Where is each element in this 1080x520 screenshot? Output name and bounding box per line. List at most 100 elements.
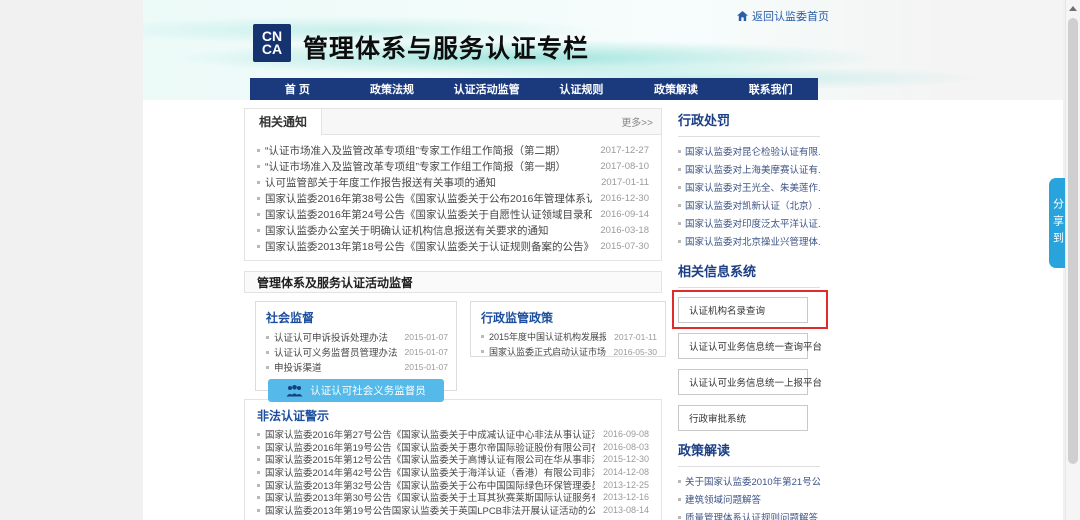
notices-list: “认证市场准入及监管改革专项组”专家工作组工作简报（第二期） 2017-12-27… — [257, 142, 649, 254]
penalty-link[interactable]: 国家认监委对印度泛太平洋认证... — [678, 216, 820, 234]
notice-link[interactable]: 国家认监委2013年第18号公告《国家认监委关于认证规则备案的公告》 — [257, 239, 592, 254]
penalties-section: 行政处罚 国家认监委对昆仑检验认证有限... 国家认监委对上海美摩赛认证有...… — [678, 110, 820, 252]
doc-link[interactable]: 认证认可义务监督员管理办法 — [266, 345, 397, 359]
doc-date: 2015-01-07 — [404, 331, 448, 342]
nav-home[interactable]: 首 页 — [250, 78, 345, 100]
doc-date: 2015-01-07 — [404, 361, 448, 372]
announcement-link[interactable]: 国家认监委2016年第19号公告《国家认监委关于惠尔帝国际验证股份有限公司在华从… — [257, 441, 595, 453]
doc-date: 2017-01-11 — [614, 331, 657, 342]
notice-link[interactable]: 认可监管部关于年度工作报告报送有关事项的通知 — [257, 175, 496, 190]
doc-link[interactable]: 申投诉渠道 — [266, 360, 322, 374]
announcement-link[interactable]: 国家认监委2015年第12号公告《国家认监委关于高博认证有限公司在华从事非法认证… — [257, 453, 595, 465]
info-systems-title: 相关信息系统 — [678, 261, 820, 288]
list-item[interactable]: 国家认监委2016年第24号公告《国家认监委关于自愿性认证领域目录和资质... 2… — [257, 206, 649, 222]
interpretation-link[interactable]: 关于国家认监委2010年第21号公... — [678, 474, 820, 492]
announcement-date: 2013-12-16 — [602, 492, 649, 503]
list-item[interactable]: 国家认监委2016年第27号公告《国家认监委关于中成减认证中心非法从事认证活动的… — [257, 428, 649, 440]
list-item[interactable]: 申投诉渠道 2015-01-07 — [266, 359, 448, 374]
info-systems-section: 相关信息系统 认证机构名录查询 认证认可业务信息统一查询平台 认证认可业务信息统… — [672, 261, 828, 431]
list-item[interactable]: 国家认监委2013年第30号公告《国家认监委关于土耳其狄赛莱斯国际认证服务有限公… — [257, 491, 649, 503]
social-supervision-panel: 社会监督 认证认可申诉投诉处理办法 2015-01-07 认证认可义务监督员管理办… — [255, 301, 457, 402]
list-item[interactable]: “认证市场准入及监管改革专项组”专家工作组工作简报（第二期） 2017-12-27 — [257, 142, 649, 158]
notice-date: 2016-12-30 — [600, 192, 649, 204]
list-item[interactable]: 认证认可申诉投诉处理办法 2015-01-07 — [266, 329, 448, 344]
penalty-link[interactable]: 国家认监委对凯新认证（北京）... — [678, 198, 820, 216]
admin-approval-system-button[interactable]: 行政审批系统 — [678, 405, 808, 431]
notice-link[interactable]: “认证市场准入及监管改革专项组”专家工作组工作简报（第二期） — [257, 143, 566, 158]
sidebar: 行政处罚 国家认监委对昆仑检验认证有限... 国家认监委对上海美摩赛认证有...… — [672, 110, 828, 520]
social-supervision-list: 认证认可申诉投诉处理办法 2015-01-07 认证认可义务监督员管理办法 2015… — [266, 329, 448, 374]
announcement-link[interactable]: 国家认监委2013年第32号公告《国家认监委关于公布中国国际绿色环保管理委员会、… — [257, 478, 595, 491]
list-item[interactable]: 国家认监委2016年第38号公告《国家认监委关于公布2016年管理体系认证组..… — [257, 190, 649, 206]
volunteer-supervisor-button[interactable]: 认证认可社会义务监督员 — [268, 379, 444, 402]
notice-date: 2015-07-30 — [600, 240, 649, 252]
announcement-date: 2014-12-08 — [602, 467, 649, 478]
unified-query-platform-button[interactable]: 认证认可业务信息统一查询平台 — [678, 333, 822, 359]
nav-activity-supervision[interactable]: 认证活动监管 — [439, 78, 534, 100]
announcement-link[interactable]: 国家认监委2013年第30号公告《国家认监委关于土耳其狄赛莱斯国际认证服务有限公… — [257, 491, 595, 503]
interpretation-link[interactable]: 建筑领域问题解答 — [678, 492, 820, 510]
share-to-tab[interactable]: 分享到 — [1049, 178, 1066, 268]
notice-link[interactable]: 国家认监委办公室关于明确认证机构信息报送有关要求的通知 — [257, 223, 549, 238]
nav-contact-us[interactable]: 联系我们 — [723, 78, 818, 100]
notice-link[interactable]: 国家认监委2016年第24号公告《国家认监委关于自愿性认证领域目录和资质... — [257, 207, 592, 222]
notices-more-link[interactable]: 更多>> — [621, 114, 661, 129]
announcement-link[interactable]: 国家认监委2013年第19号公告国家认监委关于英国LPCB非法开展认证活动的公告 — [257, 504, 595, 516]
logo-text-bottom: CA — [261, 41, 283, 57]
illegal-certification-box: 非法认证警示 国家认监委2016年第27号公告《国家认监委关于中成减认证中心非法… — [244, 399, 662, 520]
social-supervision-title: 社会监督 — [266, 311, 315, 325]
list-item[interactable]: 国家认监委2013年第19号公告国家认监委关于英国LPCB非法开展认证活动的公告… — [257, 504, 649, 516]
penalty-link[interactable]: 国家认监委对北京操业兴管理体... — [678, 234, 820, 252]
info-system-buttons: 认证机构名录查询 认证认可业务信息统一查询平台 认证认可业务信息统一上报平台 行… — [672, 290, 828, 431]
list-item[interactable]: 国家认监委2013年第18号公告《国家认监委关于认证规则备案的公告》 2015-0… — [257, 238, 649, 254]
notice-link[interactable]: 国家认监委2016年第38号公告《国家认监委关于公布2016年管理体系认证组..… — [257, 191, 592, 206]
doc-link[interactable]: 2015年度中国认证机构发展报告 — [481, 330, 606, 343]
admin-policy-list: 2015年度中国认证机构发展报告 2017-01-11 国家认监委正式启动认证市场… — [481, 329, 657, 359]
browser-scrollbar[interactable] — [1065, 0, 1080, 520]
penalty-link[interactable]: 国家认监委对王光全、朱美莲作... — [678, 180, 820, 198]
nav-policy-interpretation[interactable]: 政策解读 — [629, 78, 724, 100]
return-home-label[interactable]: 返回认监委首页 — [752, 8, 829, 24]
scroll-up-arrow-icon[interactable] — [1069, 6, 1077, 11]
list-item[interactable]: 国家认监委2016年第19号公告《国家认监委关于惠尔帝国际验证股份有限公司在华从… — [257, 441, 649, 453]
list-item[interactable]: 国家认监委正式启动认证市场监督检... 2016-05-30 — [481, 344, 657, 359]
cert-body-directory-button[interactable]: 认证机构名录查询 — [678, 297, 808, 323]
doc-link[interactable]: 国家认监委正式启动认证市场监督检... — [481, 345, 606, 358]
policy-interpretation-title: 政策解读 — [678, 440, 820, 467]
list-item[interactable]: 国家认监委办公室关于明确认证机构信息报送有关要求的通知 2016-03-18 — [257, 222, 649, 238]
unified-report-platform-button[interactable]: 认证认可业务信息统一上报平台 — [678, 369, 822, 395]
announcement-link[interactable]: 国家认监委2016年第27号公告《国家认监委关于中成减认证中心非法从事认证活动的… — [257, 428, 595, 440]
notices-header: 相关通知 更多>> — [245, 108, 661, 135]
nav-certification-rules[interactable]: 认证规则 — [534, 78, 629, 100]
interpretation-link[interactable]: 质量管理体系认证规则问题解答 — [678, 510, 820, 520]
cnca-logo: CN CA — [253, 24, 291, 62]
volunteer-supervisor-label[interactable]: 认证认可社会义务监督员 — [310, 383, 426, 398]
notice-date: 2016-09-14 — [600, 208, 649, 220]
illegal-certification-title: 非法认证警示 — [257, 409, 330, 423]
announcement-date: 2013-08-14 — [602, 504, 649, 515]
notice-date: 2017-08-10 — [600, 160, 649, 172]
notices-title-tab[interactable]: 相关通知 — [245, 108, 323, 135]
notice-date: 2017-12-27 — [600, 144, 649, 156]
notice-date: 2016-03-18 — [600, 224, 649, 236]
main-column: 相关通知 更多>> “认证市场准入及监管改革专项组”专家工作组工作简报（第二期）… — [244, 108, 666, 520]
penalty-link[interactable]: 国家认监委对上海美摩赛认证有... — [678, 162, 820, 180]
notice-link[interactable]: “认证市场准入及监管改革专项组”专家工作组工作简报（第一期） — [257, 159, 566, 174]
list-item[interactable]: 国家认监委2015年第12号公告《国家认监委关于高博认证有限公司在华从事非法认证… — [257, 453, 649, 465]
doc-link[interactable]: 认证认可申诉投诉处理办法 — [266, 330, 388, 344]
list-item[interactable]: 2015年度中国认证机构发展报告 2017-01-11 — [481, 329, 657, 344]
list-item[interactable]: 认证认可义务监督员管理办法 2015-01-07 — [266, 344, 448, 359]
nav-policies[interactable]: 政策法规 — [345, 78, 440, 100]
scrollbar-thumb[interactable] — [1068, 18, 1078, 464]
announcement-link[interactable]: 国家认监委2014年第42号公告《国家认监委关于海洋认证（香港）有限公司非法开展… — [257, 466, 595, 478]
penalty-link[interactable]: 国家认监委对昆仑检验认证有限... — [678, 144, 820, 162]
illegal-certification-list: 国家认监委2016年第27号公告《国家认监委关于中成减认证中心非法从事认证活动的… — [257, 428, 649, 516]
list-item[interactable]: 认可监管部关于年度工作报告报送有关事项的通知 2017-01-11 — [257, 174, 649, 190]
admin-policy-panel: 行政监管政策 2015年度中国认证机构发展报告 2017-01-11 国家认监委正… — [470, 301, 666, 357]
doc-date: 2016-05-30 — [613, 346, 657, 357]
policy-interpretation-list: 关于国家认监委2010年第21号公... 建筑领域问题解答 质量管理体系认证规则… — [678, 474, 820, 520]
list-item[interactable]: 国家认监委2013年第32号公告《国家认监委关于公布中国国际绿色环保管理委员会、… — [257, 478, 649, 491]
list-item[interactable]: “认证市场准入及监管改革专项组”专家工作组工作简报（第一期） 2017-08-10 — [257, 158, 649, 174]
return-home-link[interactable]: 返回认监委首页 — [737, 8, 829, 24]
list-item[interactable]: 国家认监委2014年第42号公告《国家认监委关于海洋认证（香港）有限公司非法开展… — [257, 466, 649, 478]
